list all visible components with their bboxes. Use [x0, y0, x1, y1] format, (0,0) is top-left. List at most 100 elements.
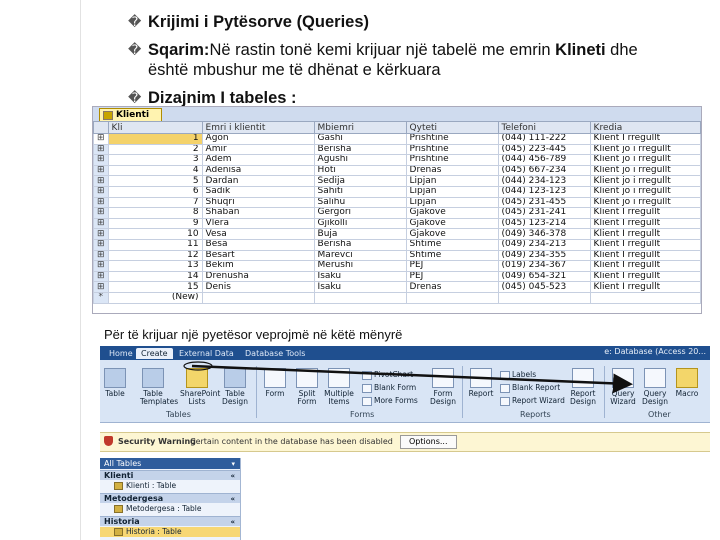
- table-cell[interactable]: 10: [107, 228, 203, 240]
- table-cell[interactable]: Merushi: [313, 260, 407, 272]
- table-cell[interactable]: Klient jo i rregullt: [589, 143, 701, 156]
- table-cell[interactable]: Sahiti: [313, 185, 407, 198]
- table-cell[interactable]: Klient jo i rregullt: [589, 164, 701, 177]
- table-row[interactable]: ⊞ 2 Amir Berisha Prishtine (045) 223-445 Klien…: [93, 143, 701, 156]
- table-row[interactable]: ⊞ 3 Adem Agushi Prishtine (044) 456-789 Klient…: [93, 154, 701, 166]
- table-row[interactable]: ⊞ 9 Vlera Gjikolli Gjakove (045) 123-214 Klien…: [93, 217, 701, 230]
- new-record-label[interactable]: (New): [107, 291, 203, 304]
- table-cell[interactable]: (049) 234-213: [497, 238, 591, 251]
- table-cell[interactable]: Klient jo i rregullt: [589, 175, 701, 187]
- expand-icon[interactable]: ⊞: [93, 154, 109, 166]
- table-cell[interactable]: [313, 291, 407, 304]
- table-cell[interactable]: Berisha: [313, 238, 407, 251]
- expand-icon[interactable]: ⊞: [93, 207, 109, 219]
- table-cell[interactable]: Sedija: [313, 175, 407, 187]
- table-cell[interactable]: (045) 045-523: [497, 281, 591, 293]
- table-row[interactable]: ⊞ 4 Adenisa Hoti Drenas (045) 667-234 Klient j…: [93, 164, 701, 177]
- table-cell[interactable]: (045) 231-241: [497, 207, 591, 219]
- nav-item-klienti-table[interactable]: Klienti : Table: [100, 481, 240, 491]
- table-cell[interactable]: 2: [107, 143, 203, 156]
- expand-icon[interactable]: ⊞: [93, 164, 109, 177]
- table-cell[interactable]: (045) 231-455: [497, 196, 591, 209]
- table-cell[interactable]: Lipjan: [405, 196, 499, 209]
- table-cell[interactable]: (044) 234-123: [497, 175, 591, 187]
- options-button[interactable]: Options...: [400, 435, 457, 449]
- expand-icon[interactable]: ⊞: [93, 133, 109, 145]
- table-cell[interactable]: Vesa: [201, 228, 315, 240]
- expand-icon[interactable]: ⊞: [93, 196, 109, 209]
- table-cell[interactable]: PEJ: [405, 270, 499, 283]
- table-row[interactable]: ⊞ 8 Shaban Gergori Gjakove (045) 231-241 Klien…: [93, 207, 701, 219]
- table-cell[interactable]: (044) 111-222: [497, 133, 591, 145]
- table-cell[interactable]: 6: [107, 185, 203, 198]
- table-cell[interactable]: (045) 667-234: [497, 164, 591, 177]
- table-cell[interactable]: Amir: [201, 143, 315, 156]
- expand-icon[interactable]: ⊞: [93, 143, 109, 156]
- table-cell[interactable]: Drenas: [405, 281, 499, 293]
- table-cell[interactable]: Klient jo i rregullt: [589, 154, 701, 166]
- table-cell[interactable]: (045) 223-445: [497, 143, 591, 156]
- table-cell[interactable]: (049) 654-321: [497, 270, 591, 283]
- nav-group-metodergesa[interactable]: Metodergesa «: [100, 493, 240, 503]
- table-cell[interactable]: 14: [107, 270, 203, 283]
- column-header[interactable]: Mbiemri: [313, 121, 407, 134]
- table-cell[interactable]: Klient I rregullt: [589, 133, 701, 145]
- table-cell[interactable]: Drenusha: [201, 270, 315, 283]
- table-cell[interactable]: Besa: [201, 238, 315, 251]
- table-cell[interactable]: Bekim: [201, 260, 315, 272]
- table-cell[interactable]: Klient I rregullt: [589, 207, 701, 219]
- column-header[interactable]: Kli: [107, 121, 203, 134]
- table-cell[interactable]: (049) 234-355: [497, 249, 591, 262]
- table-row[interactable]: ⊞ 12 Besart Marevci Shtime (049) 234-355 Klien…: [93, 249, 701, 262]
- table-cell[interactable]: (045) 123-214: [497, 217, 591, 230]
- table-cell[interactable]: Isaku: [313, 270, 407, 283]
- table-cell[interactable]: 9: [107, 217, 203, 230]
- column-header[interactable]: Kredia: [589, 121, 701, 134]
- table-cell[interactable]: [497, 291, 591, 304]
- table-cell[interactable]: Klient jo i rregullt: [589, 185, 701, 198]
- table-cell[interactable]: Gjakove: [405, 228, 499, 240]
- table-cell[interactable]: Sadik: [201, 185, 315, 198]
- table-cell[interactable]: (019) 234-367: [497, 260, 591, 272]
- table-cell[interactable]: Prishtine: [405, 143, 499, 156]
- table-row[interactable]: ⊞ 10 Vesa Buja Gjakove (049) 346-378 Klient I …: [93, 228, 701, 240]
- table-row[interactable]: ⊞ 11 Besa Berisha Shtime (049) 234-213 Klient …: [93, 238, 701, 251]
- table-cell[interactable]: Klient I rregullt: [589, 217, 701, 230]
- table-cell[interactable]: Adem: [201, 154, 315, 166]
- table-cell[interactable]: Hoti: [313, 164, 407, 177]
- table-cell[interactable]: Lipjan: [405, 185, 499, 198]
- tab-klienti[interactable]: Klienti: [99, 108, 163, 122]
- table-cell[interactable]: Adenisa: [201, 164, 315, 177]
- table-row[interactable]: ⊞ 7 Shuqri Salihu Lipjan (045) 231-455 Klient …: [93, 196, 701, 209]
- table-cell[interactable]: Dardan: [201, 175, 315, 187]
- column-header[interactable]: Qyteti: [405, 121, 499, 134]
- table-row[interactable]: ⊞ 14 Drenusha Isaku PEJ (049) 654-321 Klient I…: [93, 270, 701, 283]
- table-cell[interactable]: Isaku: [313, 281, 407, 293]
- table-cell[interactable]: [405, 291, 499, 304]
- expand-icon[interactable]: ⊞: [93, 175, 109, 187]
- table-cell[interactable]: 12: [107, 249, 203, 262]
- table-cell[interactable]: Lipjan: [405, 175, 499, 187]
- table-cell[interactable]: PEJ: [405, 260, 499, 272]
- table-cell[interactable]: [201, 291, 315, 304]
- expand-icon[interactable]: ⊞: [93, 185, 109, 198]
- table-cell[interactable]: Prishtine: [405, 154, 499, 166]
- table-cell[interactable]: Gjakove: [405, 207, 499, 219]
- table-cell[interactable]: Klient I rregullt: [589, 228, 701, 240]
- table-cell[interactable]: [589, 291, 701, 304]
- table-row[interactable]: ⊞ 1 Agon Gashi Prishtine (044) 111-222 Klient …: [93, 133, 701, 145]
- column-header[interactable]: Telefoni: [497, 121, 591, 134]
- table-cell[interactable]: Buja: [313, 228, 407, 240]
- nav-group-klienti[interactable]: Klienti «: [100, 470, 240, 480]
- expand-icon[interactable]: ⊞: [93, 281, 109, 293]
- expand-icon[interactable]: ⊞: [93, 238, 109, 251]
- table-cell[interactable]: Klient I rregullt: [589, 238, 701, 251]
- table-cell[interactable]: 7: [107, 196, 203, 209]
- table-cell[interactable]: 11: [107, 238, 203, 251]
- column-header[interactable]: Emri i klientit: [201, 121, 315, 134]
- table-cell[interactable]: Klient I rregullt: [589, 260, 701, 272]
- nav-group-historia[interactable]: Historia «: [100, 516, 240, 526]
- table-cell[interactable]: Vlera: [201, 217, 315, 230]
- table-cell[interactable]: Shtime: [405, 238, 499, 251]
- table-cell[interactable]: Klient I rregullt: [589, 281, 701, 293]
